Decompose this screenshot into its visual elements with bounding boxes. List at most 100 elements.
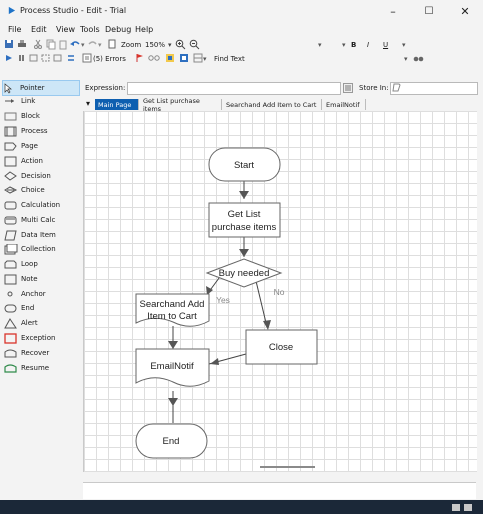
process-canvas[interactable]: Start Get List purchase items Buy needed…: [83, 111, 477, 472]
step-icon[interactable]: [29, 53, 39, 65]
tab-searchand-add-item-to-cart[interactable]: Searchand Add Item to Cart: [223, 99, 322, 110]
palette-anchor[interactable]: Anchor: [4, 287, 80, 301]
decision-icon: [4, 170, 17, 181]
palette-recover[interactable]: Recover: [4, 346, 80, 360]
palette-calculation[interactable]: Calculation: [4, 198, 80, 212]
standard-toolbar: ▾ ▾ Zoom 150% ▾ ▾ ▾ B I U ▾: [0, 38, 483, 52]
palette-choice[interactable]: Choice: [4, 183, 80, 197]
tab-get-list-purchase-items[interactable]: Get List purchase items: [140, 97, 222, 113]
debug-toolbar: (5) Errors ▾ Find Text ▾: [0, 52, 483, 66]
menu-help[interactable]: Help: [135, 25, 153, 34]
find-text-label: Find Text: [214, 55, 245, 63]
palette-loop[interactable]: Loop: [4, 257, 80, 271]
arrowhead: [239, 249, 249, 257]
tab-main-page[interactable]: Main Page: [95, 99, 139, 110]
palette-label: Recover: [21, 349, 50, 357]
underline-button[interactable]: U: [383, 39, 388, 51]
bold-button[interactable]: B: [351, 39, 356, 51]
get-list-purchase-items-node[interactable]: Get List purchase items: [208, 202, 281, 238]
validate-icon[interactable]: [165, 53, 175, 65]
undo-dropdown-icon[interactable]: ▾: [81, 39, 85, 51]
palette-process[interactable]: Process: [4, 124, 80, 138]
palette-action[interactable]: Action: [4, 154, 80, 168]
data-item-icon: [392, 83, 401, 92]
zoom-dropdown-icon[interactable]: ▾: [168, 39, 172, 51]
color-dropdown-icon[interactable]: ▾: [402, 39, 406, 51]
palette-exception[interactable]: Exception: [4, 331, 80, 345]
size-dropdown-icon[interactable]: ▾: [342, 39, 346, 51]
layout-dropdown-icon[interactable]: ▾: [203, 53, 207, 65]
searchand-add-item-to-cart-node[interactable]: Searchand Add Item to Cart: [135, 293, 210, 327]
horizontal-scroll-thumb[interactable]: [260, 466, 315, 468]
no-label: No: [274, 287, 285, 297]
palette-page[interactable]: Page: [4, 139, 80, 153]
recover-icon: [4, 349, 17, 357]
redo-icon[interactable]: [88, 39, 98, 51]
tool-palette: Pointer Link Block Process Page Action Decisio…: [0, 80, 82, 480]
pause-icon[interactable]: [17, 53, 26, 65]
palette-label: Loop: [21, 260, 38, 268]
palette-alert[interactable]: Alert: [4, 316, 80, 330]
close-node[interactable]: Close: [245, 329, 318, 365]
tray-icon[interactable]: [452, 503, 474, 512]
errors-icon[interactable]: [82, 53, 92, 65]
minimize-button[interactable]: –: [378, 2, 408, 20]
zoom-in-icon[interactable]: [175, 39, 186, 51]
run-icon[interactable]: [4, 53, 13, 65]
palette-label: Exception: [21, 334, 56, 342]
palette-block[interactable]: Block: [4, 109, 80, 123]
palette-label: Alert: [21, 319, 38, 327]
paste-icon[interactable]: [58, 39, 68, 51]
store-in-input[interactable]: [390, 82, 478, 95]
palette-collection[interactable]: Collection: [4, 242, 80, 256]
palette-end[interactable]: End: [4, 301, 80, 315]
menu-tools[interactable]: Tools: [80, 25, 100, 34]
save-icon[interactable]: [4, 39, 14, 51]
resume-icon: [4, 363, 17, 373]
expression-input[interactable]: [127, 82, 341, 95]
start-label: Start: [234, 160, 254, 171]
font-dropdown-icon[interactable]: ▾: [318, 39, 322, 51]
menu-edit[interactable]: Edit: [31, 25, 47, 34]
palette-link[interactable]: Link: [4, 94, 80, 108]
print-icon[interactable]: [17, 39, 27, 51]
palette-note[interactable]: Note: [4, 272, 80, 286]
arrowhead: [263, 320, 271, 330]
watch-icon[interactable]: [148, 53, 160, 65]
menu-debug[interactable]: Debug: [105, 25, 131, 34]
zoom-label: Zoom: [121, 41, 142, 49]
emailnotif-node[interactable]: EmailNotif: [135, 348, 210, 387]
page-icon: [4, 142, 17, 150]
cut-icon[interactable]: [33, 39, 43, 51]
buy-needed-decision-node[interactable]: Buy needed: [205, 258, 283, 288]
start-node[interactable]: Start: [208, 147, 281, 182]
undo-icon[interactable]: [70, 39, 80, 51]
tab-list-dropdown-icon[interactable]: ▾: [86, 99, 90, 108]
expression-builder-icon[interactable]: [343, 83, 353, 93]
flag-icon[interactable]: [135, 53, 145, 65]
layout-icon[interactable]: [193, 53, 203, 65]
italic-button[interactable]: I: [367, 39, 369, 51]
menu-file[interactable]: File: [8, 25, 21, 34]
end-node[interactable]: End: [135, 423, 208, 459]
close-button[interactable]: ✕: [450, 2, 480, 20]
palette-decision[interactable]: Decision: [4, 169, 80, 183]
step-over-icon[interactable]: [41, 53, 51, 65]
zoom-out-icon[interactable]: [189, 39, 200, 51]
errors-button[interactable]: (5) Errors: [93, 53, 126, 65]
palette-resume[interactable]: Resume: [4, 361, 80, 375]
maximize-button[interactable]: ☐: [414, 2, 444, 20]
copy-icon[interactable]: [46, 39, 56, 51]
redo-dropdown-icon[interactable]: ▾: [98, 39, 102, 51]
zoom-select[interactable]: 150%: [145, 39, 165, 51]
find-dropdown-icon[interactable]: ▾: [404, 53, 408, 65]
grid-icon[interactable]: [179, 53, 189, 65]
step-out-icon[interactable]: [53, 53, 63, 65]
new-page-icon[interactable]: [107, 39, 117, 51]
binoculars-icon[interactable]: [413, 53, 424, 65]
palette-multi-calc[interactable]: Multi Calc: [4, 213, 80, 227]
palette-data-item[interactable]: Data Item: [4, 228, 80, 242]
menu-view[interactable]: View: [56, 25, 75, 34]
tab-emailnotif[interactable]: EmailNotif: [323, 99, 366, 110]
reset-icon[interactable]: [66, 53, 76, 65]
